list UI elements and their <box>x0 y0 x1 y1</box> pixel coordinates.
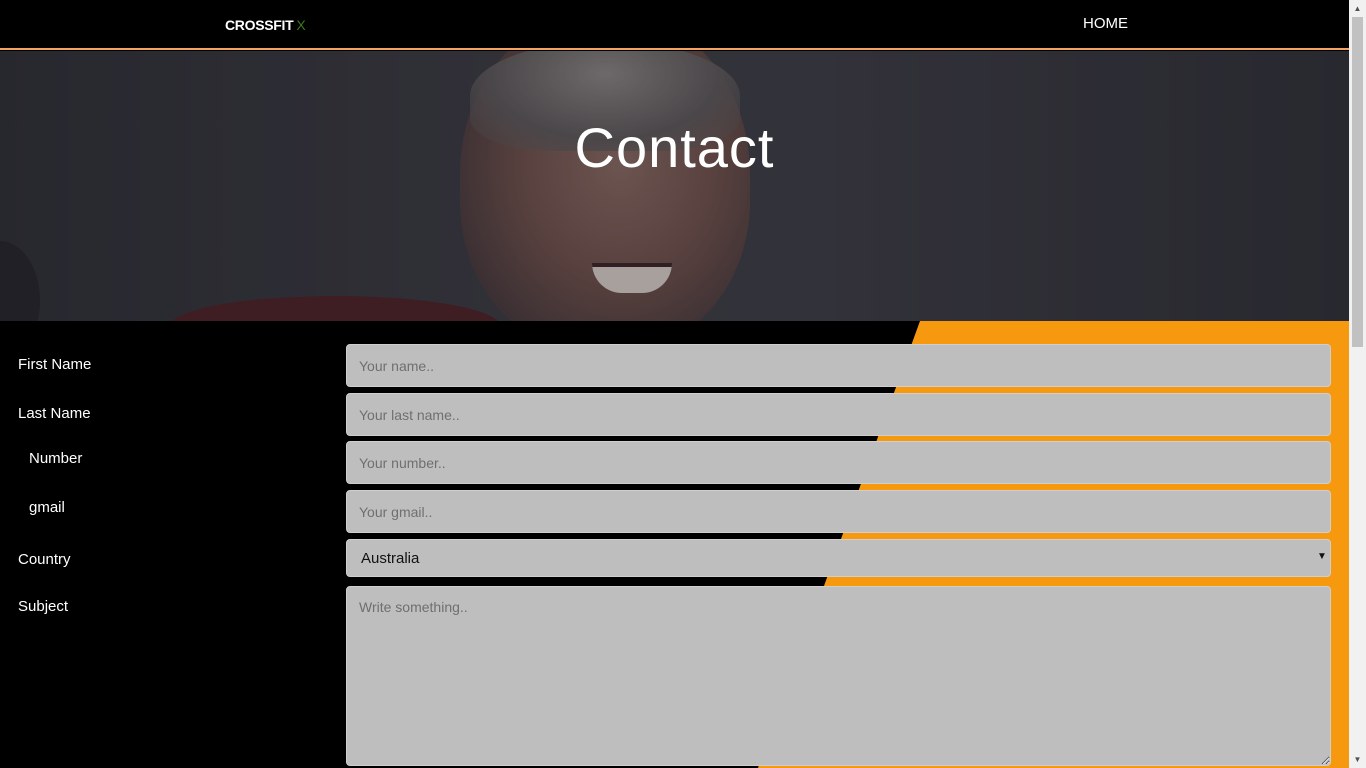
page: CROSSFITX HOME Contact First Name Last N… <box>0 0 1349 768</box>
navbar: CROSSFIT X HOME <box>0 0 1349 50</box>
last-name-input[interactable] <box>346 393 1331 436</box>
first-name-label: First Name <box>18 356 92 373</box>
subject-label: Subject <box>18 598 69 615</box>
nav-home-link[interactable]: HOME <box>1083 15 1128 32</box>
scroll-up-icon[interactable]: ▲ <box>1349 0 1366 17</box>
scrollbar-thumb[interactable] <box>1352 17 1363 347</box>
brand-logo[interactable]: CROSSFIT X <box>225 17 306 33</box>
hero-overlay <box>0 51 1349 321</box>
brand-suffix: X <box>296 17 306 33</box>
scroll-down-icon[interactable]: ▼ <box>1349 751 1366 768</box>
gmail-input[interactable] <box>346 490 1331 533</box>
last-name-label: Last Name <box>18 405 91 422</box>
hero-banner: Contact <box>0 51 1349 321</box>
number-label: Number <box>29 450 83 467</box>
subject-textarea[interactable] <box>346 586 1331 766</box>
brand-name: CROSSFIT <box>225 17 294 33</box>
first-name-input[interactable] <box>346 344 1331 387</box>
contact-form: First Name Last Name Number gmail Countr… <box>0 321 1349 768</box>
page-title: Contact <box>574 116 775 179</box>
page-scrollbar[interactable]: ▲ ▼ <box>1349 0 1366 768</box>
number-input[interactable] <box>346 441 1331 484</box>
gmail-label: gmail <box>29 499 65 516</box>
country-select[interactable]: Australia <box>346 539 1331 577</box>
country-label: Country <box>18 551 71 568</box>
